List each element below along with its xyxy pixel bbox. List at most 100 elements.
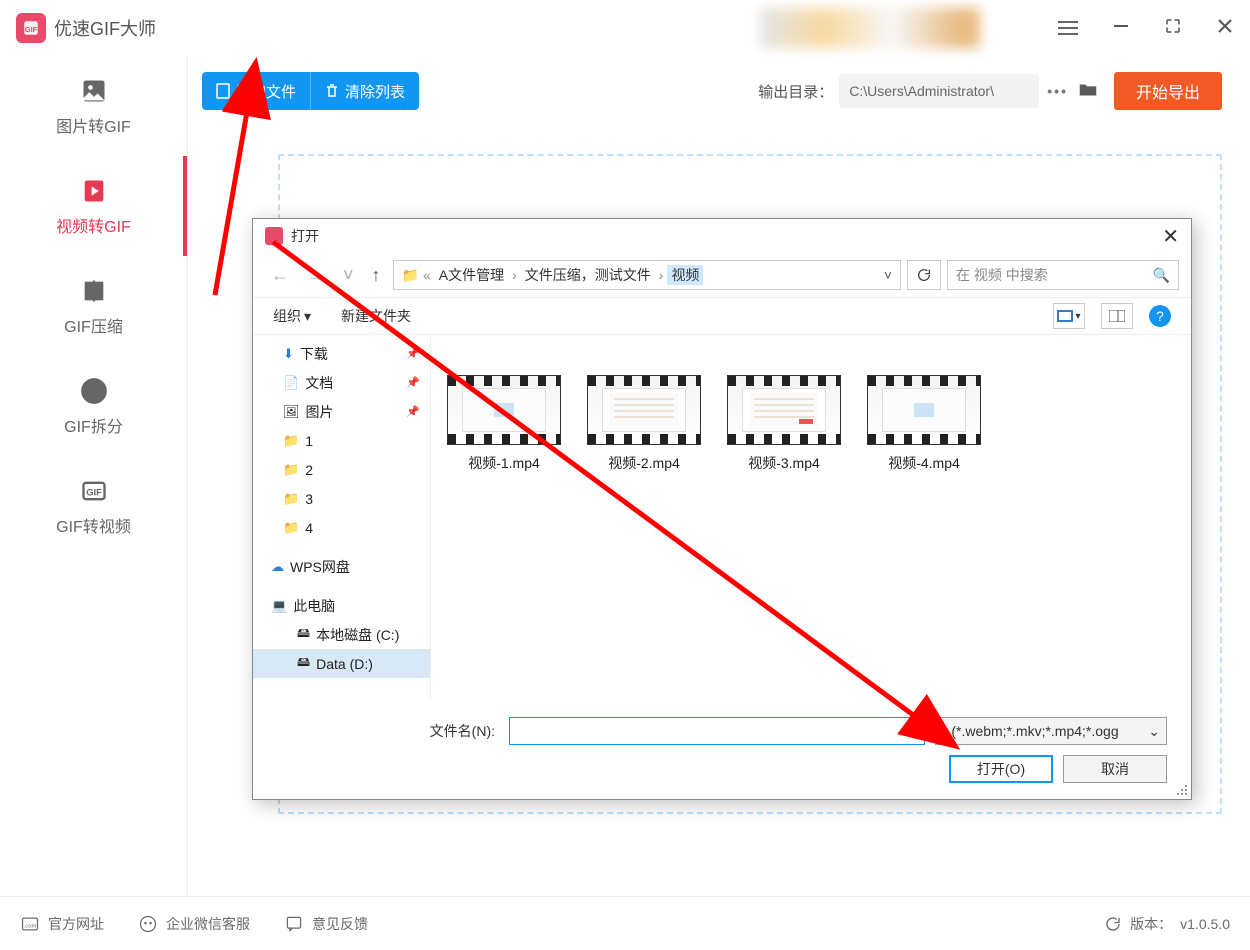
feedback-link[interactable]: 意见反馈 bbox=[284, 914, 368, 934]
help-button[interactable]: ? bbox=[1149, 305, 1171, 327]
menu-button[interactable] bbox=[1058, 21, 1078, 35]
tree-item-folder[interactable]: 📁4 bbox=[253, 513, 430, 542]
open-folder-button[interactable] bbox=[1076, 79, 1100, 104]
breadcrumb-part[interactable]: A文件管理 bbox=[435, 265, 508, 285]
clear-list-label: 清除列表 bbox=[345, 81, 405, 102]
file-name: 视频-4.mp4 bbox=[888, 453, 960, 473]
folder-icon: 📁 bbox=[402, 267, 419, 284]
breadcrumb[interactable]: 📁 « A文件管理› 文件压缩，测试文件› 视频 ˅ bbox=[393, 260, 901, 290]
folder-tree: ⬇下载📌 📄文档📌 🖼图片📌 📁1 📁2 📁3 📁4 ☁WPS网盘 💻此电脑 🖴… bbox=[253, 335, 431, 699]
nav-forward-button[interactable]: → bbox=[301, 265, 331, 286]
nav-recent-dropdown[interactable]: ˅ bbox=[337, 265, 360, 286]
tree-item-pictures[interactable]: 🖼图片📌 bbox=[253, 397, 430, 426]
add-file-label: 添加文件 bbox=[236, 81, 296, 102]
search-input[interactable]: 在 视频 中搜索 🔍 bbox=[947, 260, 1179, 290]
refresh-icon[interactable] bbox=[1104, 915, 1122, 933]
tree-item-folder[interactable]: 📁2 bbox=[253, 455, 430, 484]
filename-input[interactable] bbox=[509, 717, 925, 745]
tree-item-folder[interactable]: 📁1 bbox=[253, 426, 430, 455]
nav-back-button[interactable]: ← bbox=[265, 265, 295, 286]
dialog-open-button[interactable]: 打开(O) bbox=[949, 755, 1053, 783]
app-logo-icon: GIF bbox=[16, 13, 46, 43]
video-thumbnail-icon bbox=[587, 375, 701, 445]
split-icon bbox=[78, 375, 110, 407]
file-name: 视频-2.mp4 bbox=[608, 453, 680, 473]
user-info-blur bbox=[760, 8, 980, 48]
add-file-button[interactable]: 添加文件 bbox=[202, 72, 310, 110]
file-item[interactable]: 视频-2.mp4 bbox=[587, 375, 701, 473]
tree-item-d-drive[interactable]: 🖴Data (D:) bbox=[253, 649, 430, 678]
chevron-down-icon: ▾ bbox=[304, 308, 311, 325]
version-label: 版本： bbox=[1130, 914, 1172, 934]
view-mode-button[interactable]: ▾ bbox=[1053, 303, 1085, 329]
tree-item-c-drive[interactable]: 🖴本地磁盘 (C:) bbox=[253, 620, 430, 649]
browse-ellipsis-button[interactable]: ••• bbox=[1047, 83, 1068, 99]
headset-icon bbox=[138, 914, 158, 934]
sidebar-item-label: 图片转GIF bbox=[56, 113, 131, 137]
compress-icon bbox=[78, 275, 110, 307]
sidebar-item-gif-split[interactable]: GIF拆分 bbox=[0, 356, 187, 456]
dialog-cancel-button[interactable]: 取消 bbox=[1063, 755, 1167, 783]
nav-refresh-button[interactable] bbox=[907, 260, 941, 290]
organize-dropdown[interactable]: 组织▾ bbox=[273, 306, 311, 326]
footer: .com 官方网址 企业微信客服 意见反馈 版本： v1.0.5.0 bbox=[0, 896, 1250, 950]
search-icon: 🔍 bbox=[1153, 267, 1170, 284]
wechat-support-label: 企业微信客服 bbox=[166, 914, 250, 934]
image-icon bbox=[78, 75, 110, 107]
preview-pane-button[interactable] bbox=[1101, 303, 1133, 329]
output-dir-label: 输出目录： bbox=[758, 81, 833, 102]
pin-icon: 📌 bbox=[406, 347, 420, 360]
file-open-dialog: 打开 ✕ ← → ˅ ↑ 📁 « A文件管理› 文件压缩，测试文件› 视频 ˅ … bbox=[252, 218, 1192, 800]
globe-icon: .com bbox=[20, 914, 40, 934]
nav-up-button[interactable]: ↑ bbox=[366, 265, 387, 286]
wechat-support-link[interactable]: 企业微信客服 bbox=[138, 914, 250, 934]
gif-icon: GIF bbox=[78, 475, 110, 507]
export-label: 开始导出 bbox=[1136, 79, 1200, 103]
sidebar-item-label: GIF转视频 bbox=[56, 513, 131, 537]
trash-icon bbox=[325, 83, 339, 99]
svg-text:GIF: GIF bbox=[86, 488, 102, 498]
tree-item-downloads[interactable]: ⬇下载📌 bbox=[253, 339, 430, 368]
file-name: 视频-1.mp4 bbox=[468, 453, 540, 473]
sidebar-item-gif-to-video[interactable]: GIF GIF转视频 bbox=[0, 456, 187, 556]
official-site-link[interactable]: .com 官方网址 bbox=[20, 914, 104, 934]
svg-text:GIF: GIF bbox=[25, 25, 38, 34]
pin-icon: 📌 bbox=[406, 405, 420, 418]
sidebar-item-image-to-gif[interactable]: 图片转GIF bbox=[0, 56, 187, 156]
sidebar-item-gif-compress[interactable]: GIF压缩 bbox=[0, 256, 187, 356]
file-item[interactable]: 视频-4.mp4 bbox=[867, 375, 981, 473]
tree-item-wps[interactable]: ☁WPS网盘 bbox=[253, 552, 430, 581]
sidebar: 图片转GIF 视频转GIF GIF压缩 GIF拆分 GIF GIF转视频 bbox=[0, 56, 188, 896]
breadcrumb-part-current[interactable]: 视频 bbox=[667, 265, 703, 285]
breadcrumb-part[interactable]: 文件压缩，测试文件 bbox=[521, 265, 655, 285]
tree-item-documents[interactable]: 📄文档📌 bbox=[253, 368, 430, 397]
maximize-button[interactable] bbox=[1164, 17, 1182, 40]
sidebar-item-label: GIF拆分 bbox=[64, 413, 123, 437]
file-plus-icon bbox=[216, 83, 230, 99]
tree-item-folder[interactable]: 📁3 bbox=[253, 484, 430, 513]
start-export-button[interactable]: 开始导出 bbox=[1114, 72, 1222, 110]
output-dir-value[interactable]: C:\Users\Administrator\ bbox=[839, 74, 1039, 108]
chevron-down-icon[interactable]: ˅ bbox=[884, 267, 892, 283]
dialog-title: 打开 bbox=[291, 226, 319, 246]
svg-text:.com: .com bbox=[24, 923, 37, 929]
file-item[interactable]: 视频-3.mp4 bbox=[727, 375, 841, 473]
content-toolbar: 添加文件 清除列表 输出目录： C:\Users\Administrator\ … bbox=[202, 72, 1222, 110]
version-value: v1.0.5.0 bbox=[1180, 916, 1230, 932]
dialog-close-button[interactable]: ✕ bbox=[1162, 224, 1179, 249]
file-item[interactable]: 视频-1.mp4 bbox=[447, 375, 561, 473]
minimize-button[interactable] bbox=[1112, 17, 1130, 40]
pin-icon: 📌 bbox=[406, 376, 420, 389]
tree-item-this-pc[interactable]: 💻此电脑 bbox=[253, 591, 430, 620]
video-icon bbox=[78, 175, 110, 207]
sidebar-item-video-to-gif[interactable]: 视频转GIF bbox=[0, 156, 187, 256]
close-button[interactable] bbox=[1216, 17, 1234, 40]
app-title: 优速GIF大师 bbox=[54, 15, 156, 41]
file-type-filter[interactable]: * (*.webm;*.mkv;*.mp4;*.ogg⌄ bbox=[935, 717, 1167, 745]
clear-list-button[interactable]: 清除列表 bbox=[310, 72, 419, 110]
filename-label: 文件名(N): bbox=[430, 721, 495, 741]
file-list: 视频-1.mp4 视频-2.mp4 视频-3.mp4 视频-4.mp4 bbox=[431, 335, 1191, 699]
new-folder-button[interactable]: 新建文件夹 bbox=[341, 306, 411, 326]
resize-grip-icon[interactable] bbox=[1175, 783, 1189, 797]
chevron-down-icon[interactable]: ⌄ bbox=[910, 725, 919, 738]
